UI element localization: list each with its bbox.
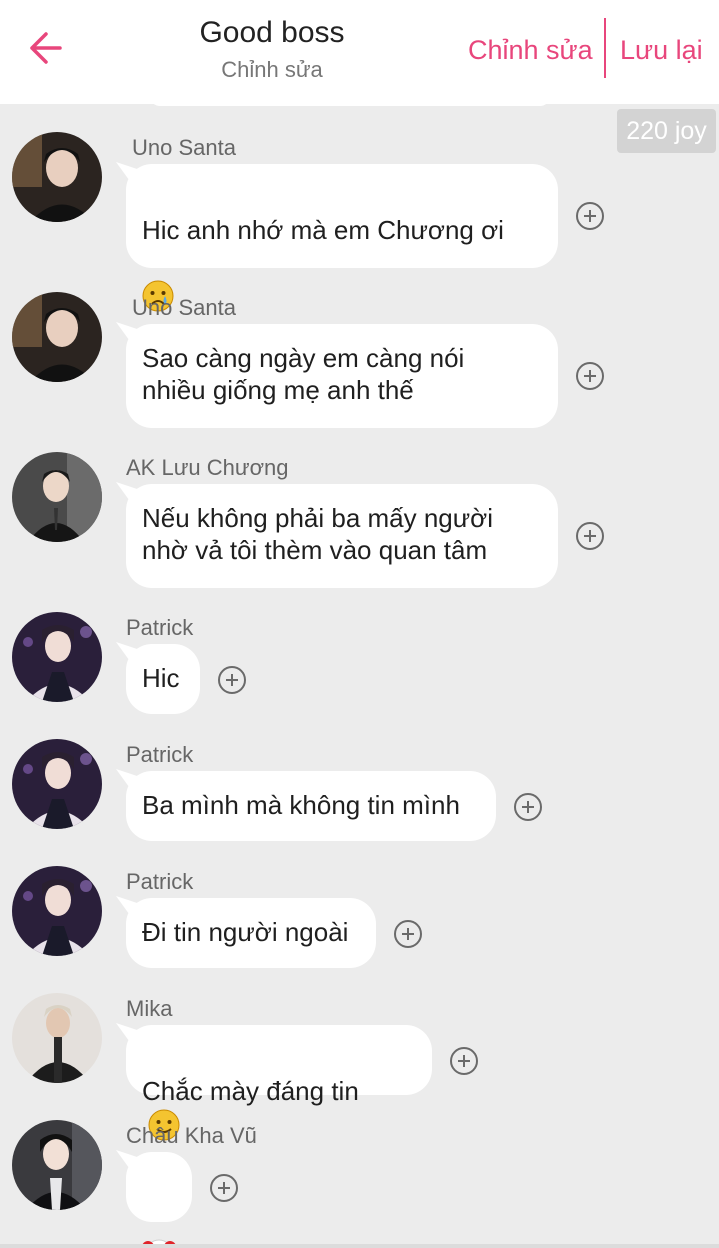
plus-icon xyxy=(458,1055,470,1067)
save-button[interactable]: Lưu lại xyxy=(620,30,703,70)
message-bubble[interactable]: Hic xyxy=(126,644,200,714)
message-item: Patrick Hic xyxy=(0,612,719,722)
edit-button[interactable]: Chỉnh sửa xyxy=(468,30,593,70)
plus-icon xyxy=(226,674,238,686)
back-button[interactable] xyxy=(24,28,64,68)
add-reaction-button[interactable] xyxy=(576,202,604,230)
message-bubble[interactable]: Hic anh nhớ mà em Chương ơi xyxy=(126,164,558,312)
message-bubble[interactable] xyxy=(126,1152,192,1248)
add-reaction-button[interactable] xyxy=(576,362,604,390)
message-bubble[interactable]: Nếu không phải ba mấy người nhờ vả tôi t… xyxy=(126,484,558,588)
plus-icon xyxy=(584,530,596,542)
top-bar: Good boss Chỉnh sửa Chỉnh sửa Lưu lại xyxy=(0,0,719,104)
avatar[interactable] xyxy=(12,132,102,222)
add-reaction-button[interactable] xyxy=(394,920,422,948)
chat-subtitle: Chỉnh sửa xyxy=(221,57,323,82)
avatar[interactable] xyxy=(12,993,102,1083)
message-item: Uno Santa Hic anh nhớ mà em Chương ơi xyxy=(0,132,719,312)
message-item: Patrick Ba mình mà không tin mình xyxy=(0,739,719,849)
sender-name: Uno Santa xyxy=(132,295,236,320)
previous-message-bubble xyxy=(150,96,550,106)
title-block: Good boss Chỉnh sửa xyxy=(150,14,394,86)
avatar[interactable] xyxy=(12,866,102,956)
sender-name: Patrick xyxy=(126,742,194,767)
message-text: Hic anh nhớ mà em Chương ơi xyxy=(142,215,504,245)
sender-name: Uno Santa xyxy=(132,135,236,160)
add-reaction-button[interactable] xyxy=(576,522,604,550)
sender-name: Mika xyxy=(126,996,173,1021)
plus-icon xyxy=(218,1182,230,1194)
arrow-left-icon xyxy=(30,32,62,64)
avatar[interactable] xyxy=(12,612,102,702)
sender-name: AK Lưu Chương xyxy=(126,455,289,480)
message-item: Patrick Đi tin người ngoài xyxy=(0,866,719,976)
add-reaction-button[interactable] xyxy=(450,1047,478,1075)
message-item: AK Lưu Chương Nếu không phải ba mấy ngườ… xyxy=(0,452,719,592)
message-bubble[interactable]: Ba mình mà không tin mình xyxy=(126,771,496,841)
sender-name: Châu Kha Vũ xyxy=(126,1123,257,1148)
add-reaction-button[interactable] xyxy=(210,1174,238,1202)
message-bubble[interactable]: Sao càng ngày em càng nói nhiều giống mẹ… xyxy=(126,324,558,428)
sender-name: Patrick xyxy=(126,869,194,894)
plus-icon xyxy=(402,928,414,940)
add-reaction-button[interactable] xyxy=(218,666,246,694)
plus-icon xyxy=(522,801,534,813)
sender-name: Patrick xyxy=(126,615,194,640)
bottom-divider xyxy=(0,1244,719,1248)
message-item: Châu Kha Vũ xyxy=(0,1120,719,1248)
message-bubble[interactable]: Chắc mày đáng tin xyxy=(126,1025,432,1141)
avatar[interactable] xyxy=(12,292,102,382)
plus-icon xyxy=(584,370,596,382)
plus-icon xyxy=(584,210,596,222)
header-divider xyxy=(604,18,606,78)
chat-title: Good boss xyxy=(199,16,345,49)
avatar[interactable] xyxy=(12,1120,102,1210)
avatar[interactable] xyxy=(12,452,102,542)
avatar[interactable] xyxy=(12,739,102,829)
message-item: Uno Santa Sao càng ngày em càng nói nhiề… xyxy=(0,292,719,432)
message-bubble[interactable]: Đi tin người ngoài xyxy=(126,898,376,968)
message-item: Mika Chắc mày đáng tin xyxy=(0,993,719,1141)
add-reaction-button[interactable] xyxy=(514,793,542,821)
message-text: Chắc mày đáng tin xyxy=(142,1076,359,1106)
